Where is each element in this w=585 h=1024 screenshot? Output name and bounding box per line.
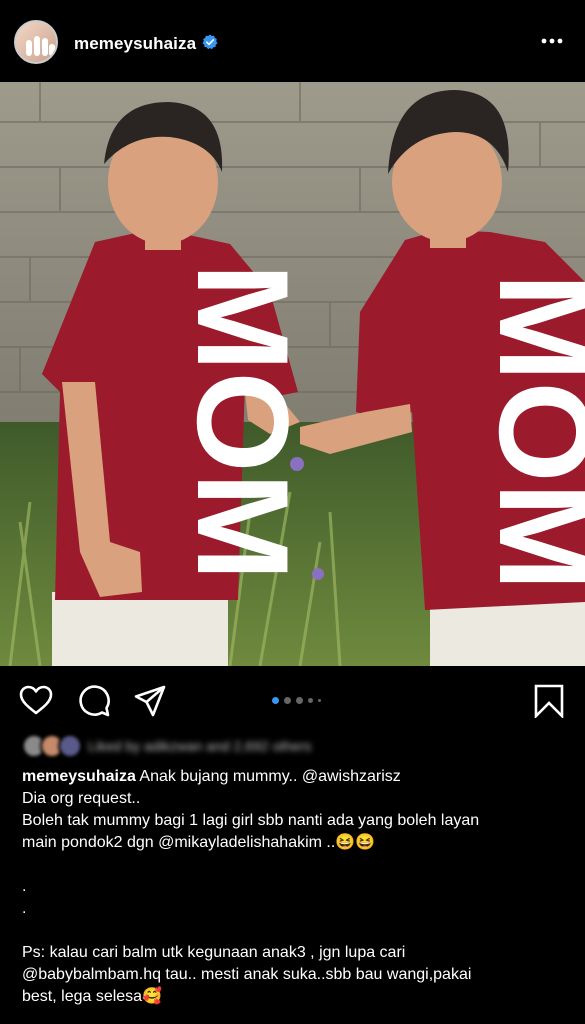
- right-shirt-text: MOM: [472, 273, 585, 591]
- caption-line-7: best, lega selesa🥰: [22, 988, 162, 1005]
- caption-line-6: @babybalmbam.hq tau.. mesti anak suka..s…: [22, 966, 472, 983]
- caption-blank-line: [22, 854, 572, 876]
- post-photo[interactable]: MOM MOM: [0, 82, 585, 666]
- caption-line-3: Boleh tak mummy bagi 1 lagi girl sbb nan…: [22, 812, 480, 829]
- post-username[interactable]: memeysuhaiza: [74, 34, 196, 54]
- caption-line-2: Dia org request..: [22, 790, 141, 807]
- likes-count-text: Liked by adikzwan and 2,692 others: [88, 738, 312, 754]
- caption-text: Anak bujang mummy..: [139, 768, 298, 785]
- caption-dot: .: [22, 900, 27, 917]
- verified-badge-icon: [202, 34, 218, 50]
- caption-mention[interactable]: @awishzarisz: [302, 768, 401, 785]
- heart-icon[interactable]: [19, 684, 53, 718]
- caption-username[interactable]: memeysuhaiza: [22, 768, 136, 785]
- caption-text: main pondok2 dgn: [22, 834, 154, 851]
- carousel-dot: [284, 696, 291, 704]
- photo-illustration: MOM MOM: [0, 82, 585, 666]
- caption-line-5: Ps: kalau cari balm utk kegunaan anak3 ,…: [22, 944, 406, 961]
- caption-blank-line: [22, 920, 572, 942]
- profile-avatar[interactable]: [14, 20, 58, 64]
- carousel-dot: [308, 697, 313, 703]
- post-header: memeysuhaiza: [0, 0, 585, 82]
- caption-mention[interactable]: @mikayladelishahakim: [158, 834, 322, 851]
- post-caption: memeysuhaiza Anak bujang mummy.. @awishz…: [22, 766, 572, 1008]
- caption-line-4: main pondok2 dgn @mikayladelishahakim ..…: [22, 832, 572, 854]
- carousel-indicator: [272, 696, 321, 704]
- caption-dot: .: [22, 878, 27, 895]
- comment-icon[interactable]: [77, 684, 111, 718]
- left-shirt-text: MOM: [170, 263, 316, 581]
- send-icon[interactable]: [133, 684, 167, 718]
- likes-row[interactable]: Liked by adikzwan and 2,692 others: [22, 734, 312, 758]
- carousel-dot: [318, 698, 321, 702]
- caption-line-1: memeysuhaiza Anak bujang mummy.. @awishz…: [22, 766, 572, 788]
- liker-avatars: [22, 734, 82, 758]
- caption-text: ..😆😆: [326, 834, 376, 851]
- bookmark-icon[interactable]: [532, 684, 566, 718]
- carousel-dot: [296, 696, 303, 704]
- carousel-dot-active: [272, 696, 279, 704]
- more-horizontal-icon[interactable]: [541, 38, 563, 44]
